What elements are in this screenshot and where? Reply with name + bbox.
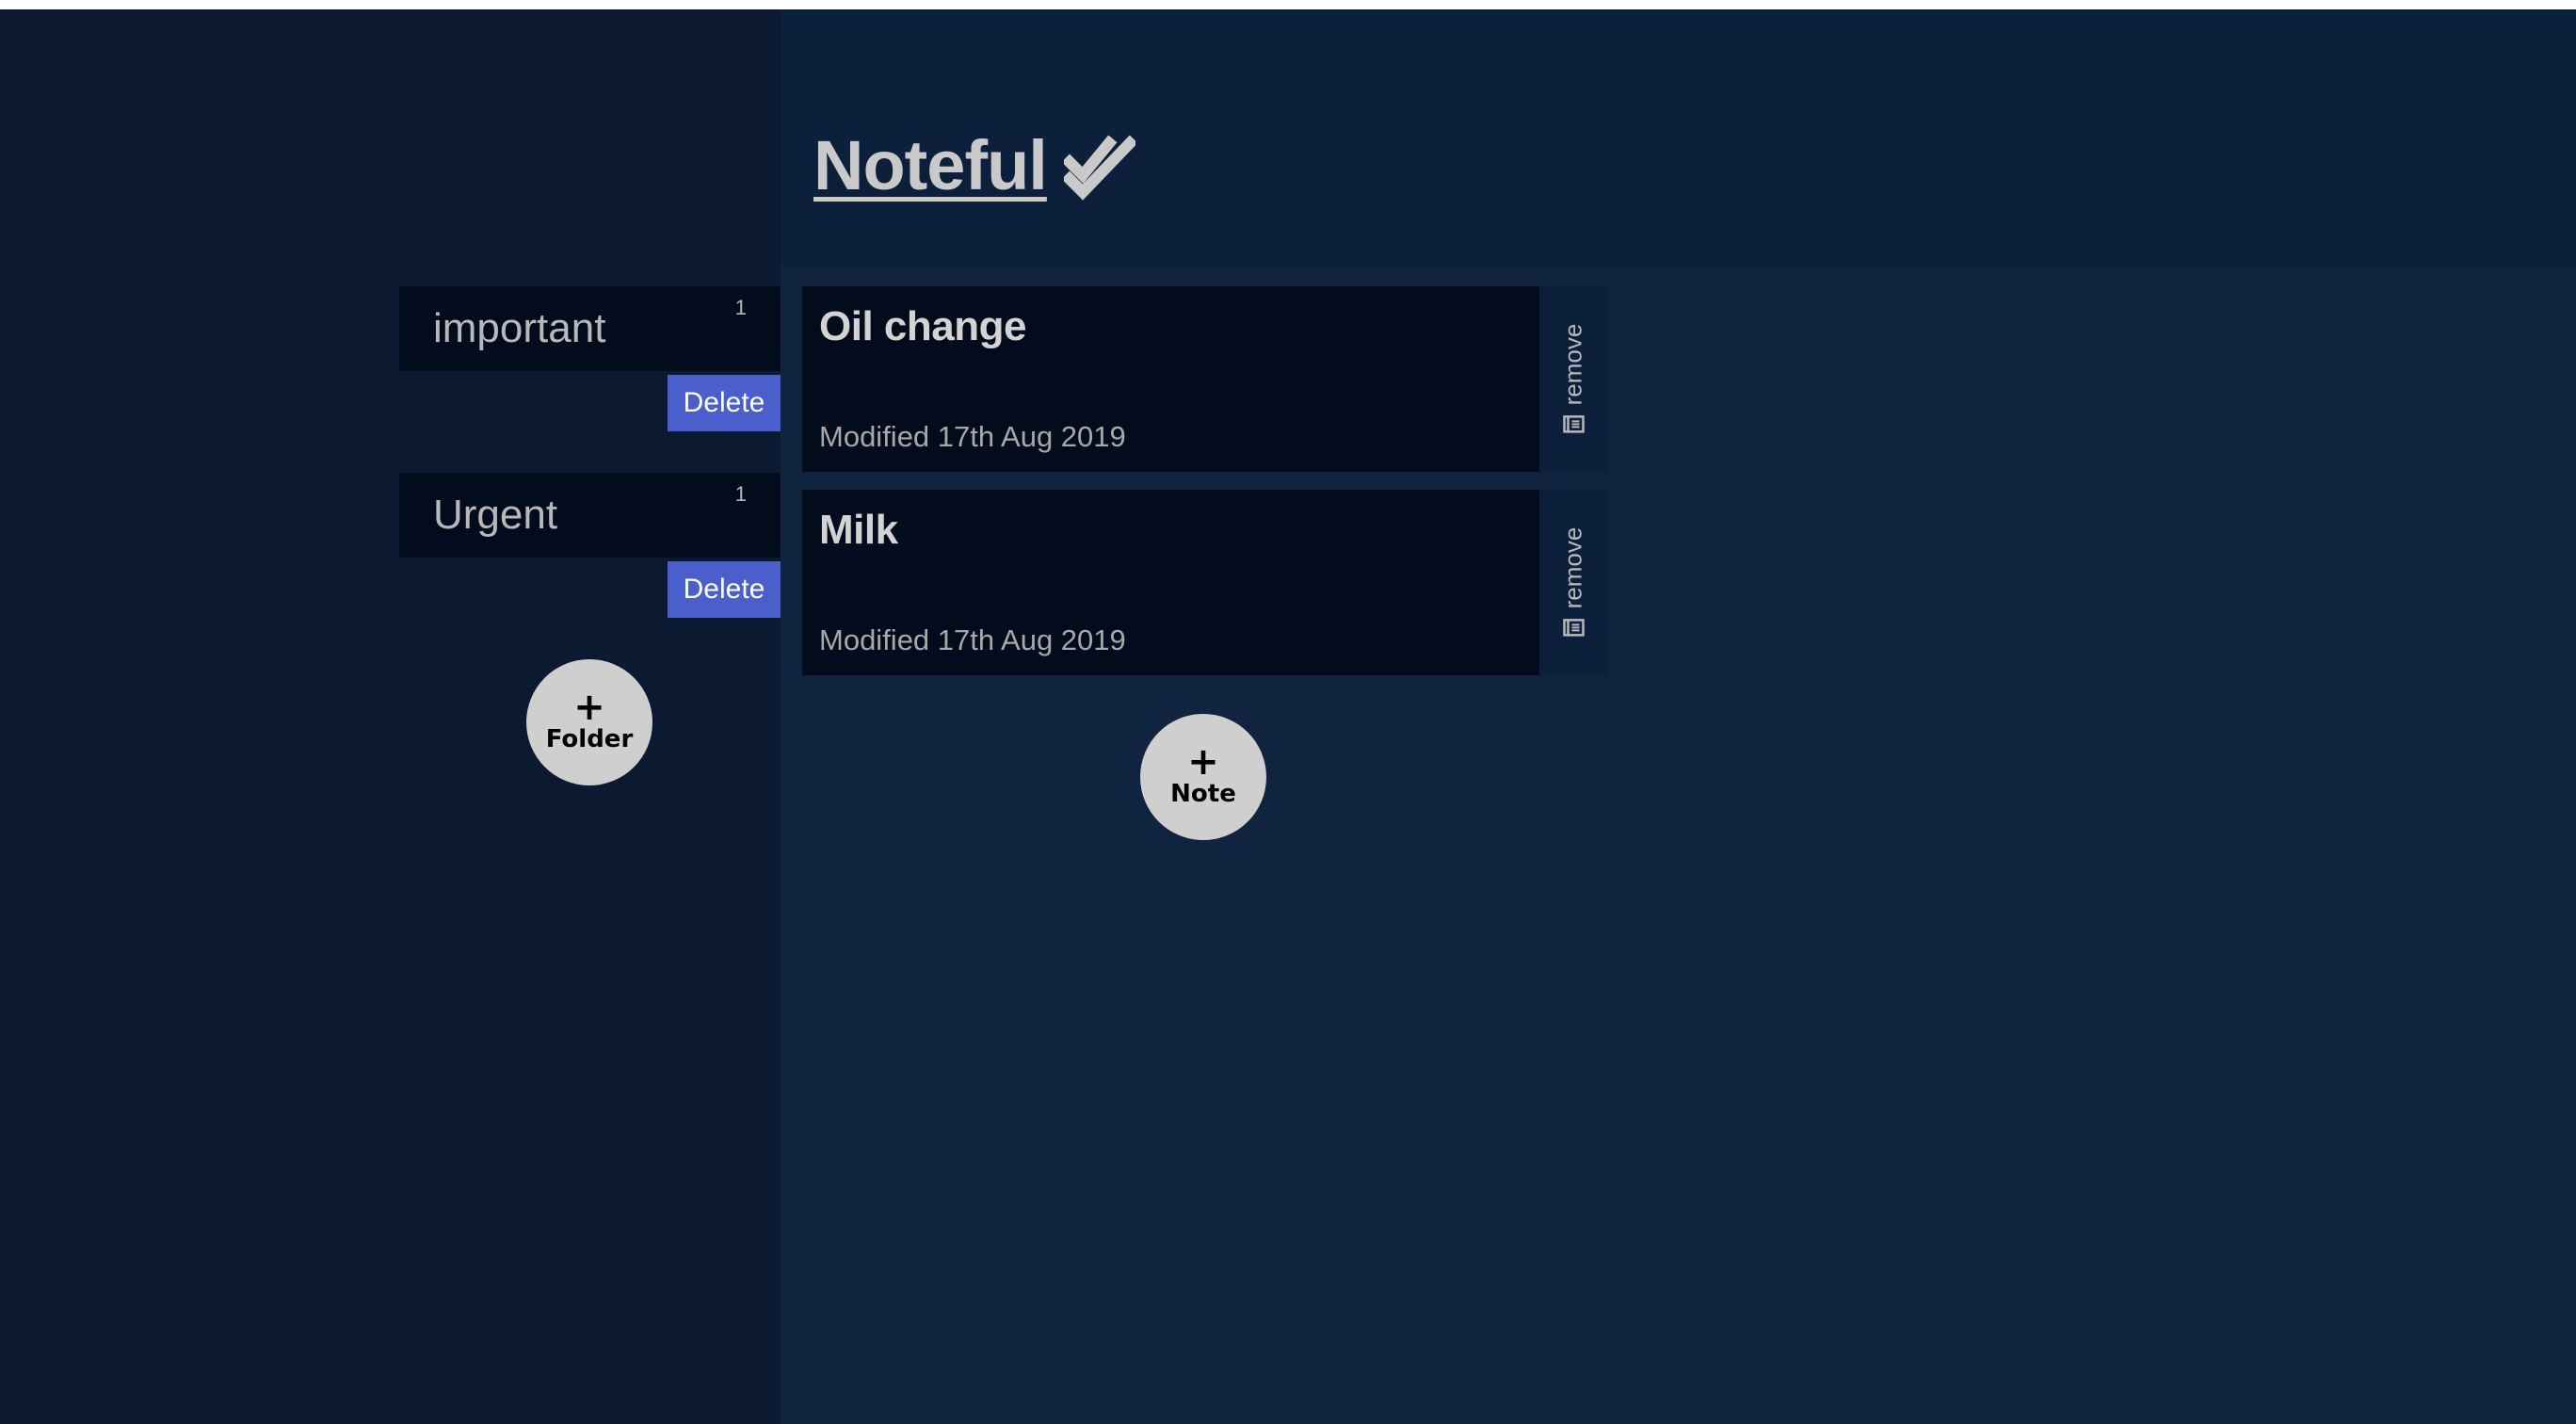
- note-modified-date: Modified 17th Aug 2019: [819, 420, 1126, 453]
- add-folder-label: Folder: [545, 725, 634, 753]
- note-card: Oil change Modified 17th Aug 2019 remove: [802, 286, 1607, 472]
- remove-label: remove: [1558, 323, 1587, 405]
- delete-folder-button[interactable]: Delete: [668, 375, 781, 431]
- folder-item-important[interactable]: important 1: [399, 286, 781, 371]
- folder-name: important: [433, 305, 606, 351]
- delete-folder-button[interactable]: Delete: [668, 561, 781, 618]
- note-link[interactable]: Oil change Modified 17th Aug 2019: [802, 286, 1539, 472]
- plus-icon: +: [573, 686, 605, 729]
- note-card: Milk Modified 17th Aug 2019 remove: [802, 490, 1607, 675]
- trash-icon: [1562, 414, 1585, 433]
- note-modified-date: Modified 17th Aug 2019: [819, 623, 1126, 656]
- folder-note-count: 1: [734, 482, 747, 506]
- remove-label: remove: [1558, 526, 1587, 608]
- double-check-icon: [1063, 135, 1135, 201]
- header: Noteful: [781, 9, 2576, 266]
- add-note-button[interactable]: + Note: [1140, 714, 1266, 840]
- plus-icon: +: [1187, 740, 1219, 784]
- sidebar: important 1 Delete Urgent 1 Delete + Fol…: [0, 9, 781, 1424]
- trash-icon: [1562, 618, 1585, 637]
- note-title: Oil change: [819, 303, 1026, 349]
- add-note-label: Note: [1170, 780, 1236, 808]
- note-title: Milk: [819, 507, 898, 553]
- folder-item-urgent[interactable]: Urgent 1: [399, 473, 781, 558]
- home-link[interactable]: Noteful: [813, 125, 1135, 205]
- app: important 1 Delete Urgent 1 Delete + Fol…: [0, 9, 2576, 1424]
- note-link[interactable]: Milk Modified 17th Aug 2019: [802, 490, 1539, 675]
- folder-note-count: 1: [734, 296, 747, 319]
- page-title: Noteful: [813, 126, 1048, 204]
- remove-note-button[interactable]: remove: [1539, 286, 1607, 472]
- remove-note-button[interactable]: remove: [1539, 490, 1607, 675]
- add-folder-button[interactable]: + Folder: [526, 659, 652, 785]
- folder-name: Urgent: [433, 492, 558, 538]
